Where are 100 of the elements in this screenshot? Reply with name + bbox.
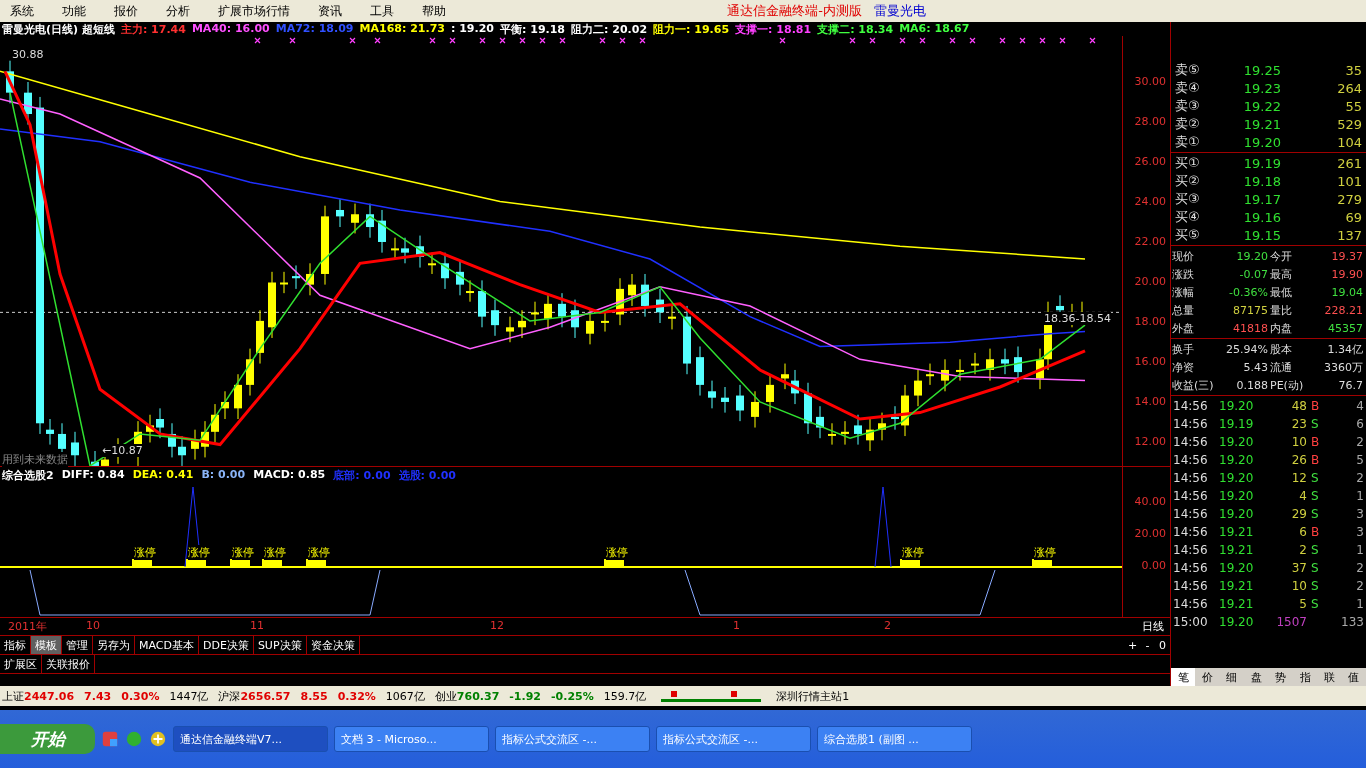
fundamental-label: 股本 <box>1270 341 1293 357</box>
bid-volume: 261 <box>1336 155 1362 171</box>
menu-item[interactable]: 扩展市场行情 <box>218 2 290 20</box>
indicator-value: MA6: 18.67 <box>899 22 970 36</box>
bid-price: 19.15 <box>1242 227 1281 243</box>
taskbar-button[interactable]: 通达信金融终端V7... <box>173 726 328 752</box>
tick-price: 19.21 <box>1219 597 1255 611</box>
quote-value: 228.21 <box>1323 303 1363 317</box>
tick-time: 14:56 <box>1173 489 1209 503</box>
taskbar-button[interactable]: 指标公式交流区 -... <box>656 726 811 752</box>
quote-label: 外盘 <box>1172 320 1195 336</box>
indicator-value: 支撑二: 18.34 <box>817 22 894 36</box>
tick-price: 19.20 <box>1219 399 1255 413</box>
tick-side: B <box>1311 435 1321 449</box>
taskbar-button[interactable]: 指标公式交流区 -... <box>495 726 650 752</box>
indicator-value: 综合选股2 <box>2 468 54 483</box>
fundamental-label: PE(动) <box>1270 377 1305 393</box>
bid-price: 19.16 <box>1242 209 1281 225</box>
tick-side: S <box>1311 507 1320 521</box>
tick-time: 14:56 <box>1173 579 1209 593</box>
taskbar-button[interactable]: 综合选股1 (副图 ... <box>817 726 972 752</box>
time-label: 2 <box>884 619 891 632</box>
high-price-label: 30.88 <box>12 48 44 61</box>
tick-time: 14:56 <box>1173 543 1209 557</box>
indicator-value: DIFF: 0.84 <box>61 468 125 483</box>
index-percent: -0.25% <box>551 689 594 703</box>
fundamental-label: 流通 <box>1270 359 1293 375</box>
axis-label: 30.00 <box>1134 75 1166 88</box>
tick-count: 2 <box>1355 435 1364 449</box>
time-label: 12 <box>490 619 504 632</box>
axis-label: 14.00 <box>1134 395 1166 408</box>
template-tab[interactable]: 模板 <box>31 636 62 654</box>
tick-time: 14:56 <box>1173 525 1209 539</box>
menu-item[interactable]: 功能 <box>62 2 86 20</box>
tick-price: 19.20 <box>1219 615 1255 629</box>
time-label: 2011年 <box>8 619 47 634</box>
axis-label: 24.00 <box>1134 195 1166 208</box>
menu-item[interactable]: 帮助 <box>422 2 446 20</box>
ask-volume: 35 <box>1344 62 1362 78</box>
bid-level-label: 买① <box>1175 154 1201 172</box>
tick-volume: 4 <box>1298 489 1307 503</box>
ask-level-label: 卖⑤ <box>1175 61 1201 79</box>
indicator-value: 选股: 0.00 <box>398 468 456 483</box>
fundamental-value: 0.188 <box>1235 378 1268 392</box>
tick-price: 19.20 <box>1219 435 1255 449</box>
quote-value: -0.36% <box>1228 285 1268 299</box>
taskbar-button[interactable]: 文档 3 - Microso... <box>334 726 489 752</box>
tick-side: S <box>1311 579 1320 593</box>
axis-label: 12.00 <box>1134 435 1166 448</box>
menu-item[interactable]: 分析 <box>166 2 190 20</box>
indicator-value: 支撑一: 18.81 <box>735 22 812 36</box>
fundamental-label: 收益(三) <box>1172 377 1215 393</box>
menu-item[interactable]: 资讯 <box>318 2 342 20</box>
bid-volume: 279 <box>1336 191 1362 207</box>
desktop-icon[interactable] <box>101 730 119 748</box>
indicator-value: MA72: 18.09 <box>275 22 354 36</box>
quote-label: 涨跌 <box>1172 266 1195 282</box>
tick-count: 2 <box>1355 561 1364 575</box>
tick-price: 19.20 <box>1219 453 1255 467</box>
tick-time: 15:00 <box>1173 615 1209 629</box>
fundamental-label: 净资 <box>1172 359 1195 375</box>
indicator-value: DEA: 0.41 <box>132 468 194 483</box>
limit-up-label: 涨停 <box>902 545 924 560</box>
menu-item[interactable]: 系统 <box>10 2 34 20</box>
quote-label: 现价 <box>1172 248 1195 264</box>
ask-volume: 264 <box>1336 80 1362 96</box>
indicator-value: B: 0.00 <box>201 468 246 483</box>
limit-up-label: 涨停 <box>134 545 156 560</box>
tick-time: 14:56 <box>1173 597 1209 611</box>
indicator-value: 平衡: 19.18 <box>500 22 566 36</box>
tick-time: 14:56 <box>1173 435 1209 449</box>
quote-label: 涨幅 <box>1172 284 1195 300</box>
limit-up-label: 涨停 <box>308 545 330 560</box>
future-data-warning: 用到未来数据 <box>2 452 68 467</box>
tick-price: 19.20 <box>1219 507 1255 521</box>
axis-label: 40.00 <box>1134 495 1166 508</box>
index-name: 创业760.37 <box>434 688 500 704</box>
period-label: 日线 <box>1142 619 1164 634</box>
quote-label: 内盘 <box>1270 320 1293 336</box>
index-percent: 0.30% <box>121 689 160 703</box>
start-button[interactable]: 开始 <box>0 724 95 754</box>
quote-label: 量比 <box>1270 302 1293 318</box>
menu-item[interactable]: 工具 <box>370 2 394 20</box>
low-price-label: ←10.87 <box>102 444 143 457</box>
bid-volume: 137 <box>1336 227 1362 243</box>
plus-icon[interactable] <box>149 730 167 748</box>
limit-up-label: 涨停 <box>606 545 628 560</box>
tick-side: S <box>1311 543 1320 557</box>
menu-item[interactable]: 报价 <box>114 2 138 20</box>
tick-count: 1 <box>1355 597 1364 611</box>
tick-price: 19.21 <box>1219 579 1255 593</box>
fundamental-value: 3360万 <box>1323 359 1363 375</box>
tick-side: B <box>1311 453 1321 467</box>
indicator-value: 阻力一: 19.65 <box>653 22 730 36</box>
tick-side: S <box>1311 471 1320 485</box>
bid-volume: 101 <box>1336 173 1362 189</box>
ask-price: 19.20 <box>1242 134 1281 150</box>
indicator-value: 底部: 0.00 <box>333 468 391 483</box>
time-label: 1 <box>733 619 740 632</box>
panel-tab[interactable]: 笔 <box>1171 668 1196 686</box>
